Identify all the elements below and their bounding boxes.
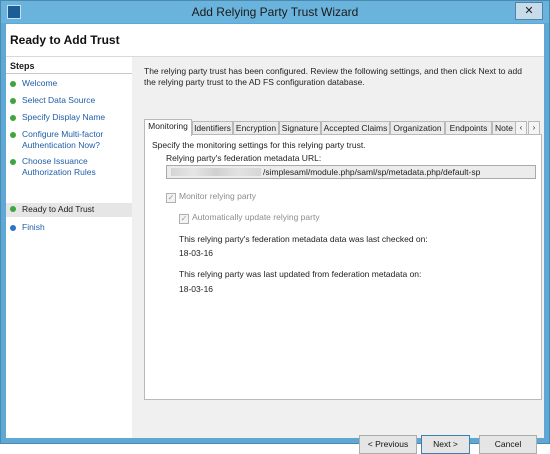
step-label: Welcome	[22, 78, 58, 88]
tab-endpoints[interactable]: Endpoints	[445, 121, 492, 135]
metadata-url-field[interactable]: /simplesaml/module.php/saml/sp/metadata.…	[166, 165, 536, 179]
metadata-url-label: Relying party's federation metadata URL:	[166, 153, 322, 163]
tab-signature[interactable]: Signature	[279, 121, 321, 135]
wizard-content: Ready to Add Trust Steps Welcome Select …	[6, 24, 544, 454]
tab-accepted-claims[interactable]: Accepted Claims	[321, 121, 390, 135]
tab-identifiers[interactable]: Identifiers	[192, 121, 233, 135]
monitor-relying-party-label: Monitor relying party	[179, 191, 257, 201]
window-title: Add Relying Party Trust Wizard	[191, 5, 359, 19]
status-dot-icon	[10, 206, 16, 212]
redacted-host	[171, 168, 261, 176]
tab-notes[interactable]: Note	[492, 121, 516, 135]
tab-monitoring[interactable]: Monitoring	[144, 119, 192, 136]
step-specify-display-name[interactable]: Specify Display Name	[6, 112, 132, 125]
steps-heading: Steps	[10, 61, 35, 71]
step-ready-to-add-trust[interactable]: Ready to Add Trust	[6, 203, 132, 217]
step-label: Choose Issuance Authorization Rules	[22, 156, 96, 177]
steps-divider	[6, 73, 132, 74]
main-pane: The relying party trust has been configu…	[132, 57, 544, 454]
status-dot-icon	[10, 159, 16, 165]
status-dot-icon	[10, 115, 16, 121]
last-checked-value: 18-03-16	[179, 248, 214, 258]
wizard-window: Add Relying Party Trust Wizard ✕ Ready t…	[0, 0, 550, 454]
close-button[interactable]: ✕	[515, 2, 543, 20]
status-dot-icon	[10, 132, 16, 138]
step-label: Configure Multi-factor Authentication No…	[22, 129, 104, 150]
monitoring-intro: Specify the monitoring settings for this…	[152, 140, 366, 150]
step-configure-mfa[interactable]: Configure Multi-factor Authentication No…	[6, 129, 132, 153]
next-button[interactable]: Next >	[421, 435, 470, 454]
tab-encryption[interactable]: Encryption	[233, 121, 279, 135]
tab-scroll-right-icon[interactable]: ›	[528, 121, 540, 135]
page-header: Ready to Add Trust	[6, 24, 544, 57]
last-checked-label: This relying party's federation metadata…	[179, 234, 428, 244]
step-label: Finish	[22, 222, 45, 232]
cancel-button[interactable]: Cancel	[479, 435, 537, 454]
status-dot-icon	[10, 225, 16, 231]
step-label: Specify Display Name	[22, 112, 106, 122]
status-dot-icon	[10, 81, 16, 87]
step-label: Select Data Source	[22, 95, 96, 105]
description-text: The relying party trust has been configu…	[144, 66, 522, 87]
metadata-url-value: /simplesaml/module.php/saml/sp/metadata.…	[263, 167, 481, 177]
tab-organization[interactable]: Organization	[390, 121, 445, 135]
last-updated-label: This relying party was last updated from…	[179, 269, 422, 279]
last-updated-value: 18-03-16	[179, 284, 214, 294]
tab-strip: Monitoring Identifiers Encryption Signat…	[144, 119, 540, 136]
step-issuance-authorization-rules[interactable]: Choose Issuance Authorization Rules	[6, 156, 132, 180]
step-label: Ready to Add Trust	[22, 204, 95, 214]
step-select-data-source[interactable]: Select Data Source	[6, 95, 132, 108]
page-title: Ready to Add Trust	[10, 33, 120, 47]
monitor-relying-party-checkbox[interactable]: ✓	[166, 193, 176, 203]
step-finish[interactable]: Finish	[6, 222, 132, 235]
auto-update-label: Automatically update relying party	[192, 212, 320, 222]
previous-button[interactable]: < Previous	[359, 435, 417, 454]
monitoring-panel: Specify the monitoring settings for this…	[144, 134, 542, 400]
status-dot-icon	[10, 98, 16, 104]
title-bar[interactable]: Add Relying Party Trust Wizard ✕	[1, 1, 549, 23]
tab-scroll-left-icon[interactable]: ‹	[515, 121, 527, 135]
auto-update-checkbox[interactable]: ✓	[179, 214, 189, 224]
step-welcome[interactable]: Welcome	[6, 78, 132, 91]
steps-pane: Steps Welcome Select Data Source Specify…	[6, 57, 132, 438]
